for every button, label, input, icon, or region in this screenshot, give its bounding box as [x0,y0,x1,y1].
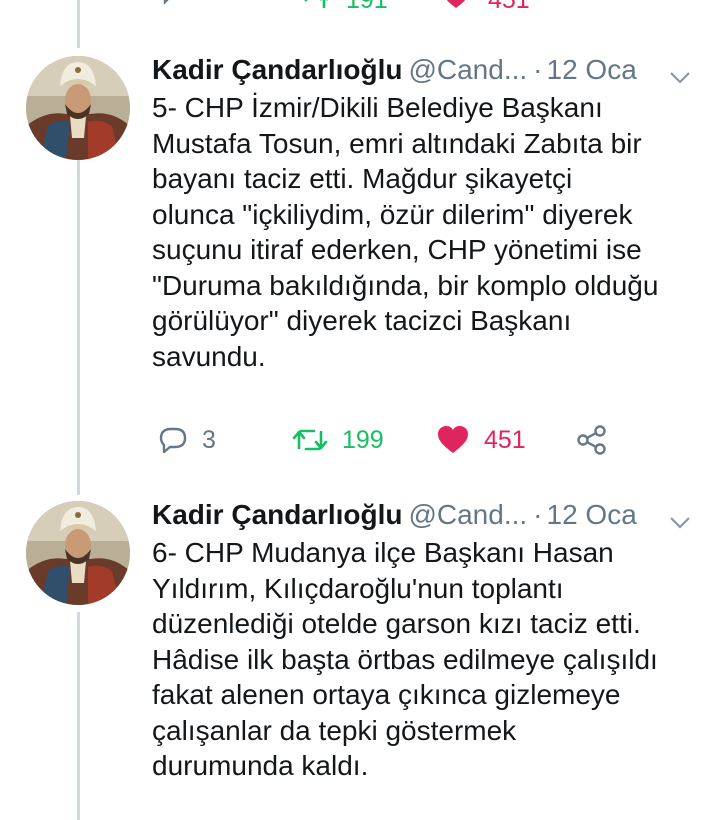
retweet-icon [292,426,328,454]
heart-icon [436,425,470,455]
tweet-text-line: olunca "içkiliydim, özür dilerim" diyere… [152,198,633,230]
tweet-text-line: görülüyor" diyerek tacizci Başkanı [152,305,572,336]
tweet-text-line: Mustafa Tosun, emri altındaki Zabıta bir [152,127,642,159]
tweet-text-line: bayanı taciz etti. Mağdur şikayetçi [152,163,573,194]
author-name[interactable]: Kadir Çandarlıoğlu [152,54,402,85]
author-name[interactable]: Kadir Çandarlıoğlu [152,499,402,530]
tweet-text-line: düzenlediği otelde garson kızı taciz ett… [152,608,641,639]
tweet-text-line: 6- CHP Mudanya ilçe Başkanı Hasan [152,537,614,568]
avatar[interactable] [26,56,130,160]
tweet-time[interactable]: 12 Oca [547,499,637,530]
tweet-text-line: durumunda kaldı. [152,750,369,781]
tweet-text-line: Hâdise ilk başta örtbas edilmeye çalışıl… [152,643,658,675]
chevron-down-icon[interactable] [668,505,692,529]
reply-button[interactable]: 3 [158,420,216,460]
like-button[interactable]: 451 [436,420,526,460]
share-icon [576,424,608,456]
thread-line [77,160,80,495]
tweet-text-line: çalışanlar da tepki göstermek [152,714,517,746]
tweet-text-line: Yıldırım, Kılıçdaroğlu'nun toplantı [152,572,564,604]
previous-tweet-actions: 191 451 [0,0,720,14]
tweet-text-line: savundu. [152,340,266,372]
tweet-text: 6- CHP Mudanya ilçe Başkanı Hasan Yıldır… [152,535,712,784]
tweet-header: Kadir Çandarlıoğlu @Cand... · 12 Oca [152,52,712,88]
like-count: 451 [484,425,526,454]
tweet-text: 5- CHP İzmir/Dikili Belediye Başkanı Mus… [152,90,712,374]
tweet-time[interactable]: 12 Oca [547,54,637,85]
reply-icon [158,426,188,454]
avatar[interactable] [26,501,130,605]
retweet-count: 199 [342,425,384,454]
retweet-count: 191 [346,0,388,14]
tweet-text-line: 5- CHP İzmir/Dikili Belediye Başkanı [152,92,603,123]
author-handle[interactable]: @Cand... [408,499,527,530]
share-icon[interactable] [590,0,616,15]
thread-line [77,612,80,820]
retweet-button[interactable]: 199 [292,420,384,460]
reply-count: 3 [202,425,216,454]
retweet-icon[interactable] [300,0,330,15]
tweet-text-line: "Duruma bakıldığında, bir komplo olduğu [152,269,659,301]
tweet-actions: 3 199 451 [152,420,672,460]
reply-icon[interactable] [160,0,186,15]
tweet-header: Kadir Çandarlıoğlu @Cand... · 12 Oca [152,497,712,533]
author-handle[interactable]: @Cand... [408,54,527,85]
separator: · [533,54,543,85]
separator: · [533,499,543,530]
chevron-down-icon[interactable] [668,60,692,84]
tweet-text-line: fakat alenen ortaya çıkınca gizlemeye [152,679,621,710]
heart-icon[interactable] [442,0,470,15]
tweet-text-line: suçunu itiraf ederken, CHP yönetimi ise [152,234,642,265]
share-button[interactable] [576,420,608,460]
like-count: 451 [488,0,530,14]
